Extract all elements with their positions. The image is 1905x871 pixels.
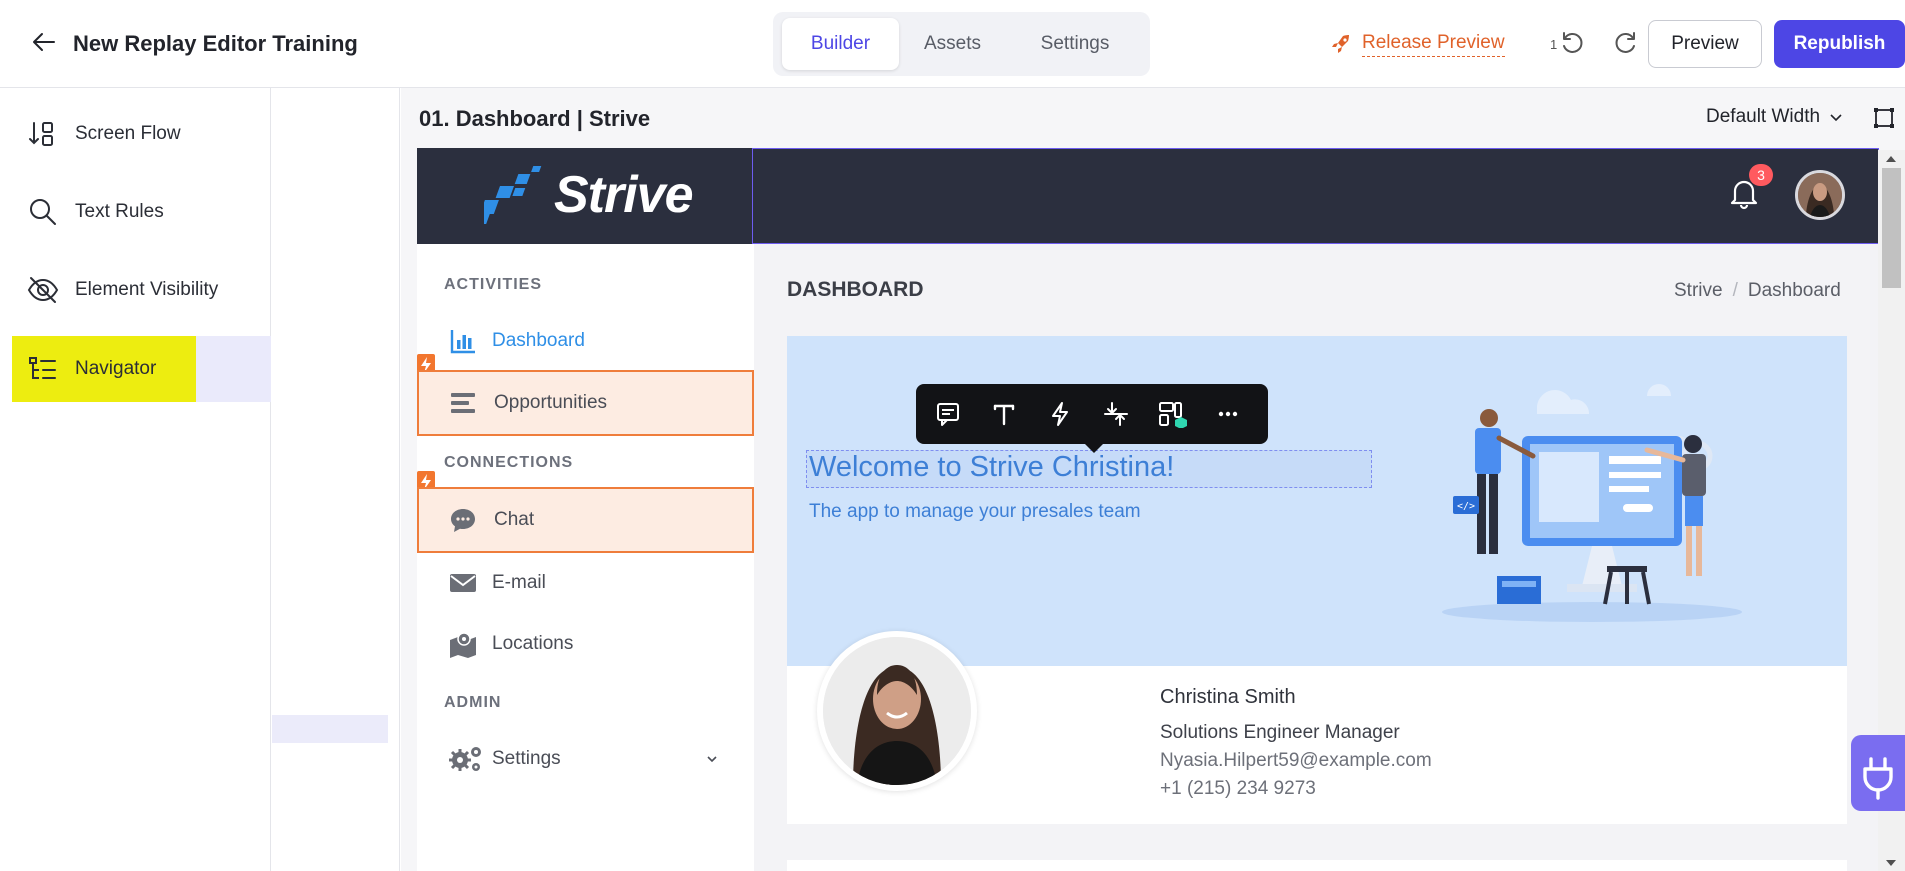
svg-text:</>: </> xyxy=(1457,501,1475,512)
sidebar-item-label: Screen Flow xyxy=(75,123,181,144)
redo-icon[interactable] xyxy=(1612,29,1640,57)
section-heading: ACTIVITIES xyxy=(444,276,543,293)
app-nav-locations[interactable]: Locations xyxy=(417,611,754,677)
element-toolbar xyxy=(916,384,1268,453)
chevron-down-icon[interactable] xyxy=(705,752,719,766)
team-illustration: </> xyxy=(1427,376,1757,626)
preview-button[interactable]: Preview xyxy=(1648,20,1762,68)
navigator-icon xyxy=(26,352,60,386)
welcome-heading[interactable]: Welcome to Strive Christina! xyxy=(809,451,1174,484)
rocket-icon xyxy=(1332,35,1349,53)
app-nav-label: Dashboard xyxy=(492,330,585,351)
breadcrumb: Strive / Dashboard xyxy=(1674,280,1841,302)
app-preview-frame: Strive 3 ACTIVITIES Dashboard Opportunit… xyxy=(417,148,1879,871)
back-arrow-icon[interactable] xyxy=(30,28,58,56)
sidebar-item-navigator[interactable]: Navigator xyxy=(12,336,271,402)
sidebar-item-label: Text Rules xyxy=(75,201,164,222)
tab-builder[interactable]: Builder xyxy=(782,18,899,70)
profile-photo xyxy=(817,631,977,791)
layout-icon[interactable] xyxy=(1158,400,1187,428)
republish-button[interactable]: Republish xyxy=(1774,20,1905,68)
tab-settings[interactable]: Settings xyxy=(1010,18,1140,70)
welcome-banner: Welcome to Strive Christina! The app to … xyxy=(787,336,1847,666)
breadcrumb-item: Dashboard xyxy=(1747,280,1841,301)
editor-canvas: 01. Dashboard | Strive Default Width Str… xyxy=(401,88,1905,871)
strive-logo: Strive xyxy=(484,164,694,226)
bar-chart-icon xyxy=(449,327,477,355)
app-nav-label: Chat xyxy=(494,509,535,530)
app-nav-label: Locations xyxy=(492,633,574,654)
navigator-panel xyxy=(272,88,400,871)
app-nav-label: E-mail xyxy=(492,572,546,593)
app-header[interactable]: Strive 3 xyxy=(417,148,1879,244)
breadcrumb-item[interactable]: Strive xyxy=(1674,280,1723,302)
strive-logo-text: Strive xyxy=(554,166,694,224)
screen-flow-icon xyxy=(26,117,60,151)
search-icon xyxy=(26,195,60,229)
envelope-icon xyxy=(449,569,477,597)
profile-name: Christina Smith xyxy=(1160,686,1296,708)
app-nav-dashboard[interactable]: Dashboard xyxy=(417,308,754,374)
fit-screen-icon[interactable] xyxy=(1872,106,1896,130)
screen-title: 01. Dashboard | Strive xyxy=(419,106,651,131)
app-nav-opportunities[interactable]: Opportunities xyxy=(417,370,754,436)
plugin-button[interactable] xyxy=(1851,735,1905,811)
selected-tree-row[interactable] xyxy=(272,715,388,743)
chat-bubble-icon xyxy=(449,506,477,534)
scrollbar-thumb[interactable] xyxy=(1882,168,1901,288)
section-heading: ADMIN xyxy=(444,694,502,711)
sidebar-item-screen-flow[interactable]: Screen Flow xyxy=(12,102,271,166)
app-nav-chat[interactable]: Chat xyxy=(417,487,754,553)
top-bar: New Replay Editor Training Builder Asset… xyxy=(0,0,1905,88)
profile-email[interactable]: Nyasia.Hilpert59@example.com xyxy=(1160,750,1432,772)
text-icon[interactable] xyxy=(990,400,1018,428)
notification-badge: 3 xyxy=(1749,164,1773,186)
welcome-tagline[interactable]: The app to manage your presales team xyxy=(809,501,1141,523)
sidebar-item-element-visibility[interactable]: Element Visibility xyxy=(12,258,271,322)
map-pin-icon xyxy=(449,630,477,658)
app-sidebar: ACTIVITIES Dashboard Opportunities CONNE… xyxy=(417,244,754,871)
gears-icon xyxy=(449,745,481,773)
profile-card: Christina Smith Solutions Engineer Manag… xyxy=(787,631,1847,824)
plug-icon xyxy=(1863,757,1893,800)
section-heading: CONNECTIONS xyxy=(444,454,574,471)
scroll-down-arrow-icon[interactable] xyxy=(1885,858,1897,868)
sidebar-item-label: Element Visibility xyxy=(75,279,219,300)
app-nav-settings[interactable]: Settings xyxy=(417,726,754,792)
sidebar-item-label: Navigator xyxy=(75,358,157,379)
list-icon xyxy=(449,389,477,417)
more-icon[interactable] xyxy=(1214,400,1242,428)
eye-off-icon xyxy=(26,273,60,307)
tab-assets[interactable]: Assets xyxy=(905,18,1000,70)
swap-vertical-icon[interactable] xyxy=(1102,400,1130,428)
undo-count: 1 xyxy=(1550,37,1558,52)
undo-icon[interactable] xyxy=(1558,29,1586,57)
app-nav-email[interactable]: E-mail xyxy=(417,550,754,616)
editor-sidebar: Screen Flow Text Rules Element Visibilit… xyxy=(12,88,271,871)
width-dropdown-value: Default Width xyxy=(1706,106,1821,127)
profile-phone: +1 (215) 234 9273 xyxy=(1160,778,1316,799)
sidebar-item-text-rules[interactable]: Text Rules xyxy=(12,180,271,244)
selection-outline xyxy=(752,148,1879,244)
chevron-down-icon xyxy=(1830,114,1842,122)
profile-role: Solutions Engineer Manager xyxy=(1160,722,1400,743)
comment-icon[interactable] xyxy=(934,400,962,428)
page-title: DASHBOARD xyxy=(787,278,924,301)
strive-logo-icon xyxy=(484,166,542,224)
release-preview-label: Release Preview xyxy=(1362,32,1505,57)
bolt-icon[interactable] xyxy=(1046,400,1074,428)
mode-tabs: Builder Assets Settings xyxy=(773,12,1150,76)
avatar[interactable] xyxy=(1795,170,1845,220)
release-preview-button[interactable]: Release Preview xyxy=(1330,30,1505,58)
next-card xyxy=(787,860,1847,871)
breadcrumb-separator: / xyxy=(1732,280,1738,301)
app-nav-label: Opportunities xyxy=(494,392,608,413)
scroll-up-arrow-icon[interactable] xyxy=(1885,154,1897,164)
width-dropdown[interactable]: Default Width xyxy=(1706,106,1844,128)
app-title: New Replay Editor Training xyxy=(73,31,358,56)
app-nav-label: Settings xyxy=(492,748,561,769)
